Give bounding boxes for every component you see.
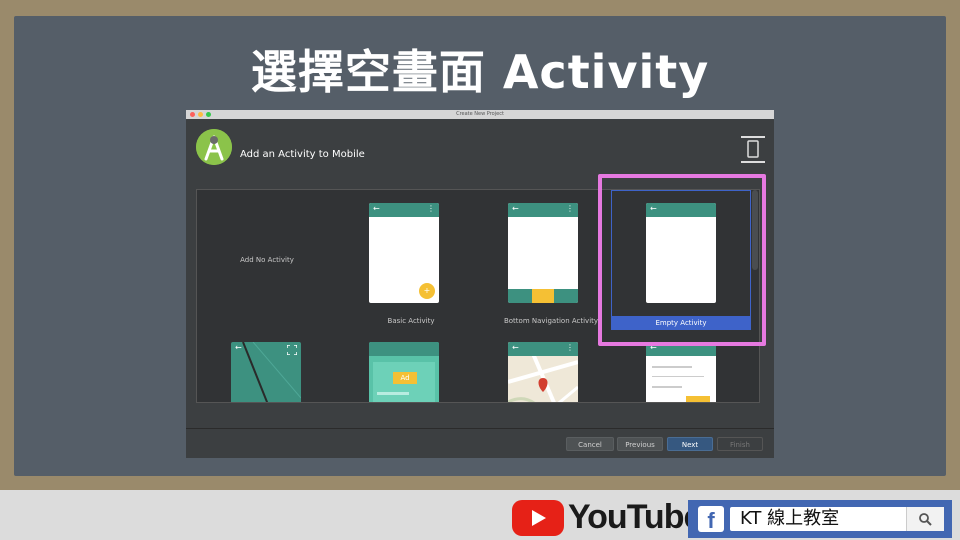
mobile-device-icon (740, 135, 766, 165)
highlight-annotation (598, 174, 766, 346)
app-bar: ← ⋮ (369, 203, 439, 217)
finish-button[interactable]: Finish (717, 437, 763, 451)
app-bar: ← ⋮ (508, 203, 578, 217)
overflow-menu-icon: ⋮ (566, 204, 574, 213)
template-fullscreen-activity[interactable]: ← (197, 342, 337, 402)
facebook-icon: f (698, 506, 724, 533)
overflow-menu-icon: ⋮ (427, 204, 435, 213)
dialog-footer: Cancel Previous Next Finish (186, 428, 774, 458)
youtube-wordmark: YouTube (568, 498, 702, 536)
previous-button[interactable]: Previous (617, 437, 663, 451)
template-add-no-activity[interactable]: Add No Activity (197, 190, 337, 330)
title-bar: Create New Project (186, 110, 774, 119)
android-studio-logo-icon (196, 129, 232, 165)
phone-preview: Ad (369, 342, 439, 402)
template-label: Basic Activity (387, 317, 435, 325)
search-icon (919, 513, 932, 526)
template-admob-activity[interactable]: Ad (341, 342, 481, 402)
facebook-search-box: f KT 線上教室 (688, 500, 952, 538)
back-arrow-icon: ← (235, 343, 242, 352)
template-google-maps-activity[interactable]: ← ⋮ (481, 342, 621, 402)
back-arrow-icon: ← (512, 204, 519, 213)
back-arrow-icon: ← (373, 204, 380, 213)
phone-preview: ← ⋮ (508, 203, 578, 303)
search-button[interactable] (906, 507, 944, 531)
cancel-button[interactable]: Cancel (566, 437, 614, 451)
template-login-activity[interactable]: ← (611, 342, 751, 402)
facebook-search-text: KT 線上教室 (740, 508, 840, 529)
fab-plus-icon: + (419, 283, 435, 299)
phone-preview: ← ⋮ + (369, 203, 439, 303)
bottom-navigation-bar (508, 289, 578, 303)
facebook-search-field[interactable]: KT 線上教室 (730, 507, 944, 531)
youtube-logo-icon (512, 500, 564, 536)
next-button[interactable]: Next (667, 437, 713, 451)
phone-preview: ← ⋮ (508, 342, 578, 402)
back-arrow-icon: ← (512, 343, 519, 352)
phone-preview: ← (646, 342, 716, 402)
dialog-header-title: Add an Activity to Mobile (240, 149, 365, 160)
overflow-menu-icon: ⋮ (566, 343, 574, 352)
fullscreen-icon (287, 345, 297, 355)
template-label: Add No Activity (240, 256, 294, 264)
ad-badge: Ad (393, 372, 417, 384)
phone-preview: ← (231, 342, 301, 402)
app-bar: ← ⋮ (508, 342, 578, 356)
window-title: Create New Project (456, 111, 504, 117)
slide-title: 選擇空畫面 Activity (250, 45, 710, 99)
template-basic-activity[interactable]: ← ⋮ + Basic Activity (341, 190, 481, 330)
